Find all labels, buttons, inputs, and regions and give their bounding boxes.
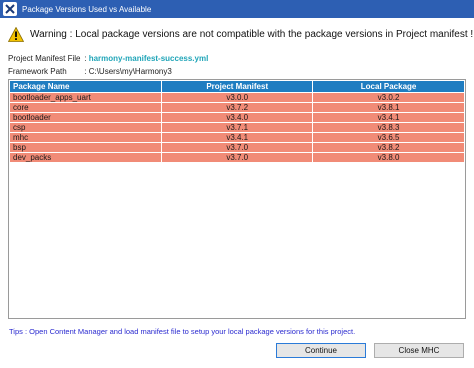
continue-button[interactable]: Continue [276, 343, 366, 358]
local-version-cell: v3.6.5 [312, 132, 465, 143]
package-name-cell: bsp [8, 142, 163, 153]
manifest-version-cell: v3.7.0 [161, 152, 314, 163]
x-logo-icon [3, 2, 17, 16]
manifest-version-cell: v3.7.0 [161, 142, 314, 153]
manifest-version-cell: v3.7.1 [161, 122, 314, 133]
window-title: Package Versions Used vs Available [22, 4, 152, 14]
manifest-file-value: harmony-manifest-success.yml [88, 54, 209, 63]
local-version-cell: v3.0.2 [312, 92, 465, 103]
manifest-file-label: Project Manifest File [8, 54, 81, 63]
framework-path-separator: : [84, 67, 87, 76]
package-name-cell: bootloader [8, 112, 163, 123]
local-version-cell: v3.4.1 [312, 112, 465, 123]
manifest-file-info: Project Manifest File : harmony-manifest… [8, 54, 208, 63]
local-version-cell: v3.8.3 [312, 122, 465, 133]
manifest-file-separator: : [84, 54, 87, 63]
local-version-cell: v3.8.2 [312, 142, 465, 153]
framework-path-info: Framework Path : C:\Users\my\Harmony3 [8, 67, 172, 76]
manifest-version-cell: v3.7.2 [161, 102, 314, 113]
table-row[interactable]: bsp v3.7.0 v3.8.2 [8, 142, 465, 153]
framework-path-value: C:\Users\my\Harmony3 [88, 67, 172, 76]
warning-message: Warning : Local package versions are not… [8, 25, 473, 43]
table-row[interactable]: bootloader_apps_uart v3.0.0 v3.0.2 [8, 92, 465, 103]
close-mhc-button[interactable]: Close MHC [374, 343, 464, 358]
local-version-cell: v3.8.0 [312, 152, 465, 163]
package-name-cell: csp [8, 122, 163, 133]
table-row[interactable]: bootloader v3.4.0 v3.4.1 [8, 112, 465, 123]
header-package-name[interactable]: Package Name [8, 80, 163, 93]
package-name-cell: core [8, 102, 163, 113]
manifest-version-cell: v3.4.0 [161, 112, 314, 123]
title-bar: Package Versions Used vs Available [0, 0, 474, 18]
table-row[interactable]: mhc v3.4.1 v3.6.5 [8, 132, 465, 143]
manifest-version-cell: v3.0.0 [161, 92, 314, 103]
header-project-manifest[interactable]: Project Manifest [161, 80, 314, 93]
tips-text: Tips : Open Content Manager and load man… [9, 327, 356, 336]
table-header-row: Package Name Project Manifest Local Pack… [8, 80, 465, 93]
manifest-version-cell: v3.4.1 [161, 132, 314, 143]
table-row[interactable]: dev_packs v3.7.0 v3.8.0 [8, 152, 465, 163]
framework-path-label: Framework Path [8, 67, 67, 76]
package-name-cell: mhc [8, 132, 163, 143]
warning-triangle-icon [8, 26, 24, 42]
package-name-cell: bootloader_apps_uart [8, 92, 163, 103]
table-row[interactable]: core v3.7.2 v3.8.1 [8, 102, 465, 113]
header-local-package[interactable]: Local Package [312, 80, 465, 93]
local-version-cell: v3.8.1 [312, 102, 465, 113]
warning-text: Warning : Local package versions are not… [30, 28, 474, 40]
package-table: Package Name Project Manifest Local Pack… [8, 79, 466, 319]
package-name-cell: dev_packs [8, 152, 163, 163]
table-row[interactable]: csp v3.7.1 v3.8.3 [8, 122, 465, 133]
